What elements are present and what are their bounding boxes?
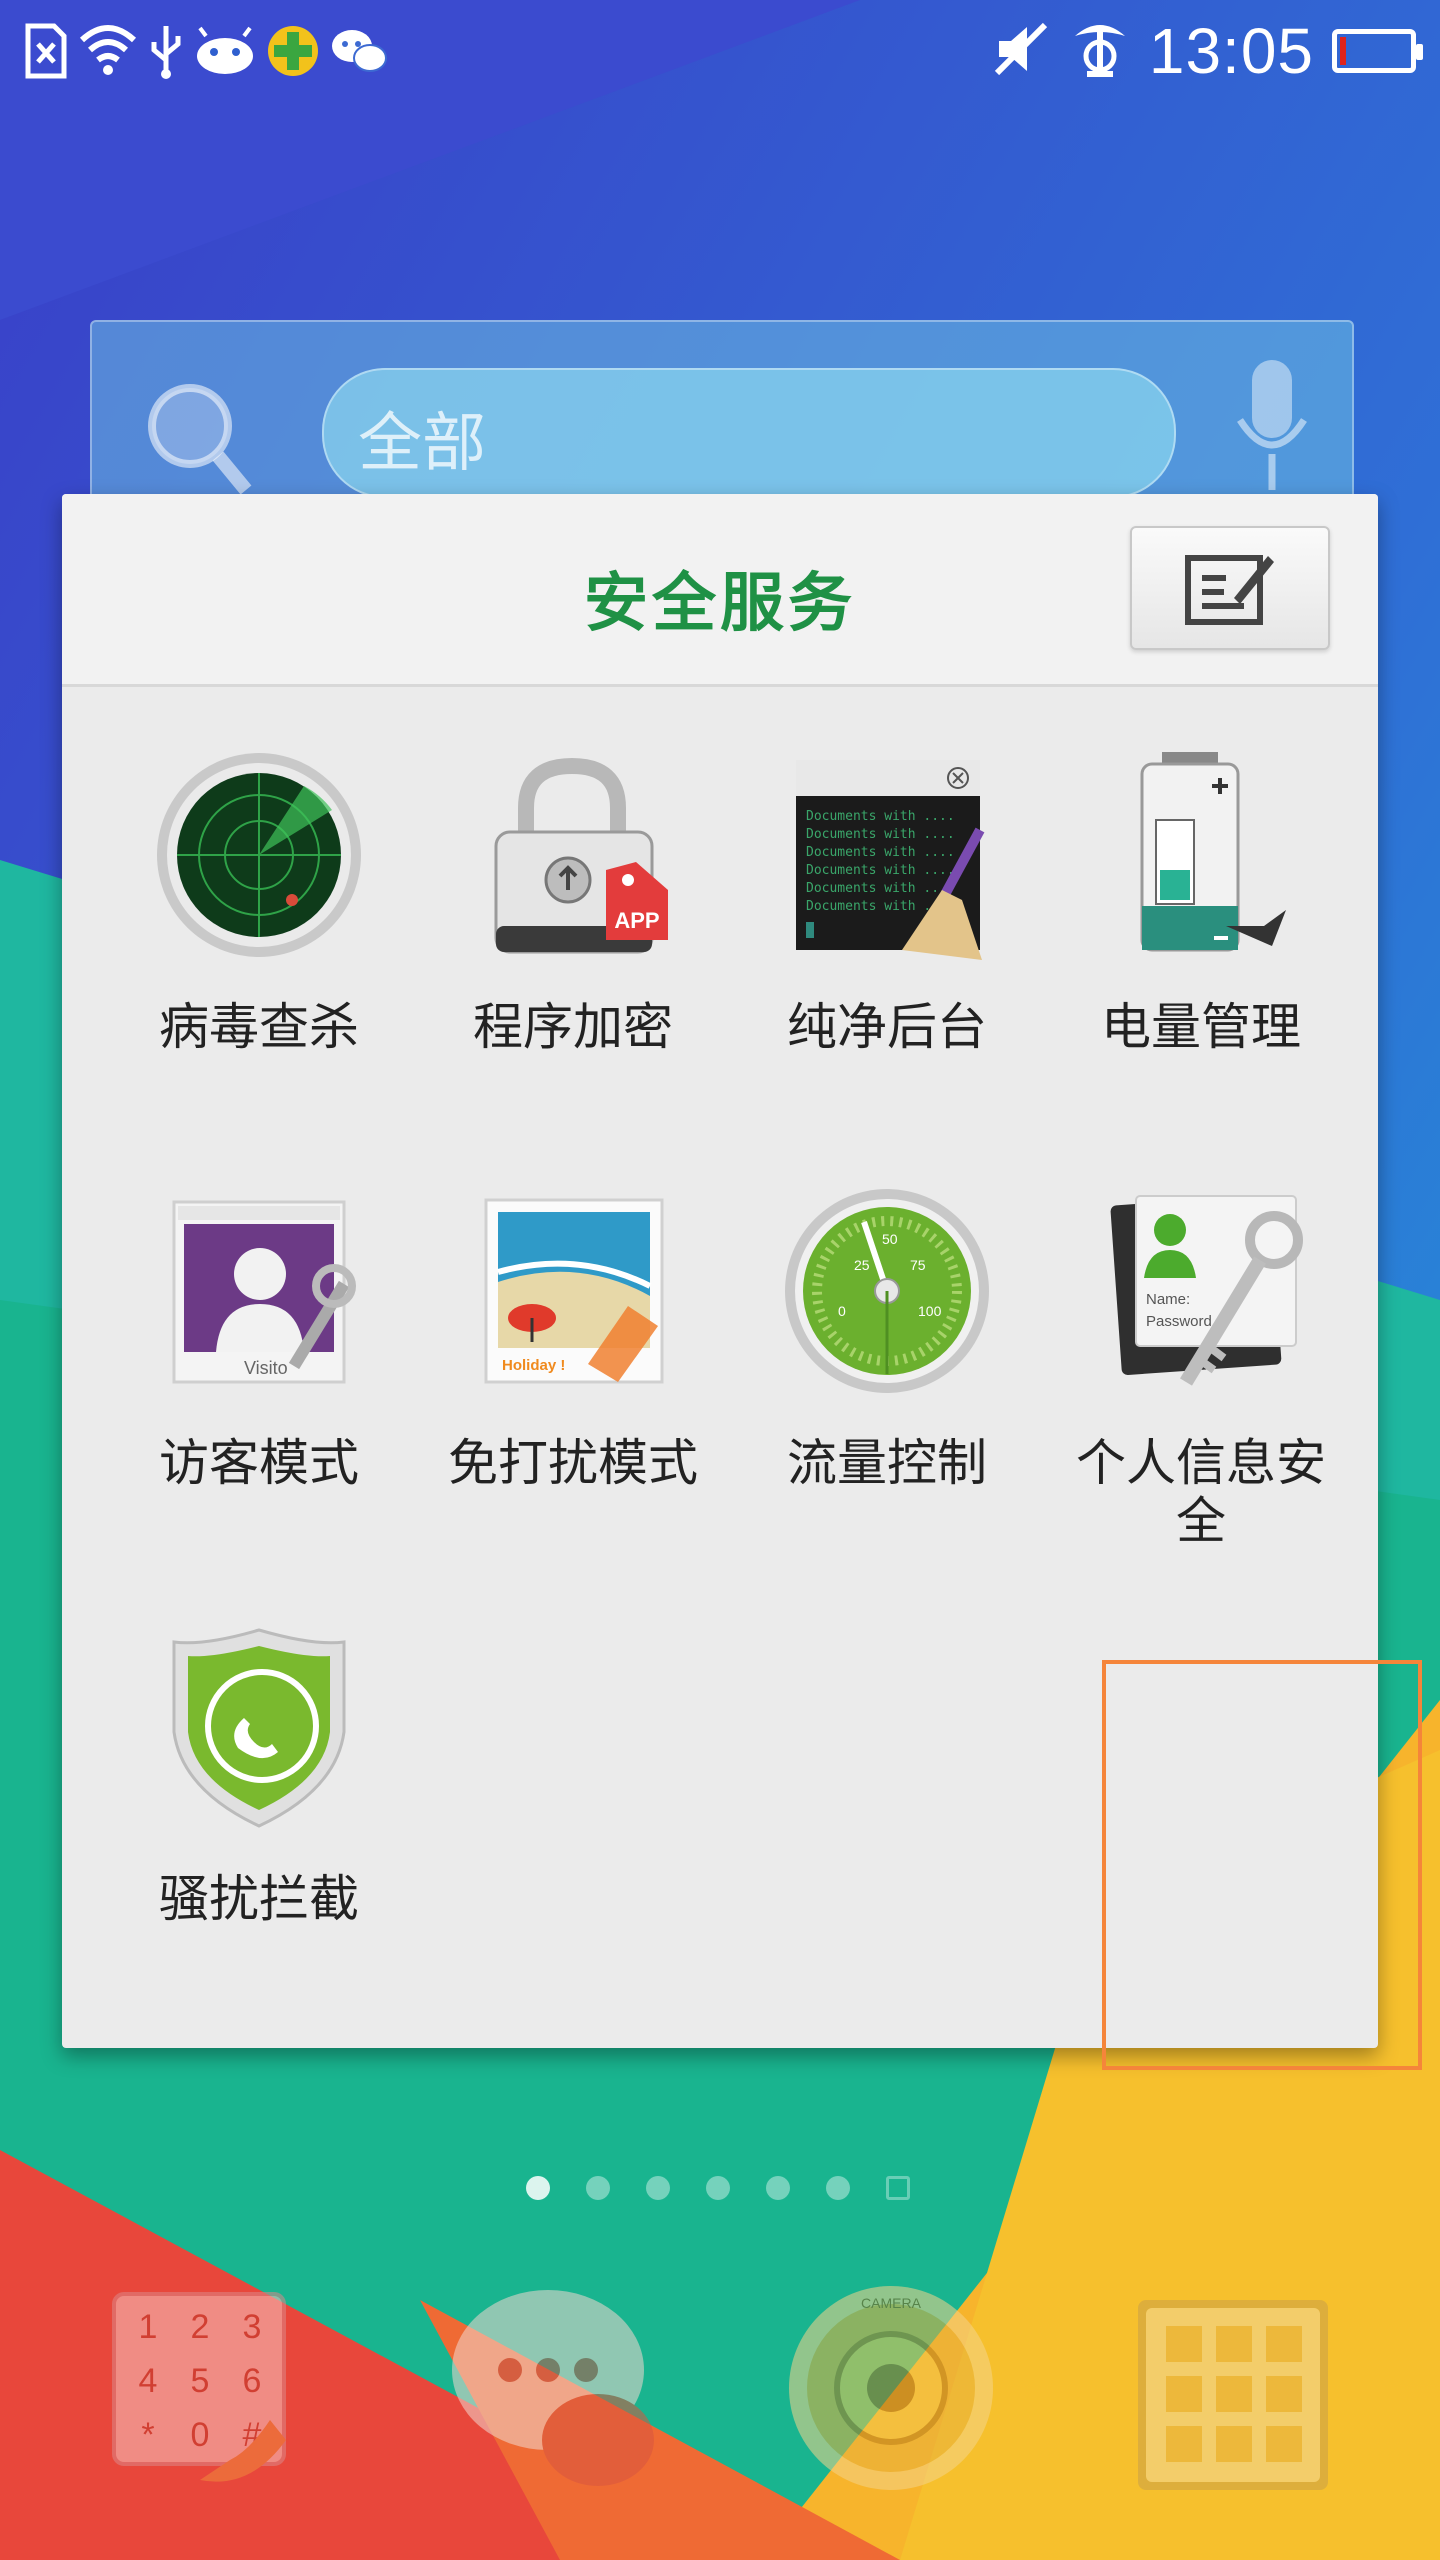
app-label: 访客模式	[159, 1434, 359, 1492]
wechat-icon	[330, 26, 388, 80]
app-do-not-disturb[interactable]: Holiday ! 免打扰模式	[418, 1186, 728, 1516]
folder-header: 安全服务	[62, 494, 1378, 687]
chat-bubbles-icon	[452, 2290, 654, 2486]
terminal-line: Documents with ....	[806, 845, 955, 860]
microphone-icon[interactable]	[1232, 360, 1312, 504]
page-dot-6[interactable]	[826, 2176, 850, 2200]
usb-icon	[148, 22, 184, 84]
app-data-usage[interactable]: 25 50 75 0 100 流量控制	[732, 1186, 1042, 1516]
dock-camera[interactable]: CAMERA	[786, 2280, 996, 2500]
dial-key: 1	[139, 2308, 158, 2346]
app-label: 个人信息安全	[1076, 1434, 1326, 1550]
app-grid-icon	[1138, 2300, 1328, 2490]
dock-messages[interactable]	[448, 2280, 658, 2500]
page-dot-3[interactable]	[646, 2176, 670, 2200]
search-input[interactable]: 全部	[322, 368, 1176, 498]
terminal-line: Documents with ....	[806, 863, 955, 878]
app-label: 电量管理	[1101, 998, 1301, 1056]
mute-icon	[991, 19, 1051, 83]
gauge-tick: 0	[838, 1303, 846, 1319]
app-power-management[interactable]: 电量管理	[1046, 750, 1356, 1080]
dial-key: *	[141, 2416, 154, 2454]
app-label: 病毒查杀	[159, 998, 359, 1056]
terminal-line: Documents with ....	[806, 827, 955, 842]
app-label: 纯净后台	[787, 998, 987, 1056]
magnifier-icon	[142, 378, 252, 502]
edit-icon	[1185, 555, 1274, 625]
contact-field: Name:	[1146, 1291, 1190, 1308]
gauge-tick: 50	[882, 1231, 898, 1247]
dialpad-icon: 1 2 3 4 5 6 * 0 #	[112, 2292, 286, 2482]
shield-phone-icon	[172, 1628, 346, 1828]
app-label: 流量控制	[787, 1434, 987, 1492]
dial-key: 0	[191, 2416, 210, 2454]
wifi-icon	[78, 22, 138, 84]
dock: 1 2 3 4 5 6 * 0 # CAMERA	[0, 2280, 1440, 2560]
gauge-tick: 100	[918, 1303, 942, 1319]
dial-key: 6	[243, 2362, 262, 2400]
page-dot-add[interactable]	[886, 2176, 910, 2200]
contact-key-icon: Name: Password	[1110, 1195, 1303, 1386]
app-label: 程序加密	[473, 998, 673, 1056]
app-badge: APP	[614, 908, 659, 933]
app-app-lock[interactable]: APP 程序加密	[418, 750, 728, 1080]
speedometer-icon: 25 50 75 0 100	[785, 1189, 989, 1393]
app-clean-background[interactable]: Documents with .... Documents with .... …	[732, 750, 1042, 1080]
sim-removed-icon	[24, 22, 68, 84]
page-dot-4[interactable]	[706, 2176, 730, 2200]
camera-ring-text: CAMERA	[861, 2295, 922, 2311]
battery-icon	[1332, 29, 1423, 73]
padlock-icon: APP	[494, 757, 668, 954]
beach-photo-icon: Holiday !	[484, 1198, 664, 1384]
page-dot-5[interactable]	[766, 2176, 790, 2200]
dock-app-drawer[interactable]	[1130, 2280, 1340, 2500]
security-folder: 安全服务 病毒查杀 APP 程序加密 Documents with .... D…	[62, 494, 1422, 2070]
android-icon	[194, 26, 256, 80]
alarm-icon	[1069, 18, 1131, 84]
contact-field: Password	[1146, 1313, 1212, 1330]
status-bar: 13:05	[0, 0, 1440, 110]
app-caption: Holiday !	[502, 1357, 565, 1374]
app-label: 免打扰模式	[448, 1434, 698, 1492]
search-placeholder: 全部	[358, 407, 486, 481]
terminal-line: Documents with ....	[806, 881, 955, 896]
app-caption: Visito	[244, 1358, 288, 1378]
search-widget[interactable]: 全部	[90, 320, 1354, 504]
dial-key: 5	[191, 2362, 210, 2400]
security-app-icon	[266, 24, 320, 82]
app-visitor-mode[interactable]: Visito 访客模式	[104, 1186, 414, 1516]
dial-key: 4	[139, 2362, 158, 2400]
dial-key: 3	[243, 2308, 262, 2346]
terminal-line: Documents with ....	[806, 809, 955, 824]
app-personal-info-security[interactable]: Name: Password 个人信息安全	[1046, 1186, 1356, 1586]
dial-key: 2	[191, 2308, 210, 2346]
page-dot-2[interactable]	[586, 2176, 610, 2200]
broom-terminal-icon: Documents with .... Documents with .... …	[796, 760, 985, 960]
app-label: 骚扰拦截	[159, 1870, 359, 1928]
page-dot-1[interactable]	[526, 2176, 550, 2200]
dock-phone[interactable]: 1 2 3 4 5 6 * 0 #	[100, 2280, 310, 2500]
gauge-tick: 75	[910, 1257, 926, 1273]
edit-folder-button[interactable]	[1130, 526, 1330, 650]
gauge-tick: 25	[854, 1257, 870, 1273]
app-virus-scan[interactable]: 病毒查杀	[104, 750, 414, 1080]
visitor-icon: Visito	[172, 1200, 356, 1384]
radar-icon	[157, 753, 361, 957]
battery-plug-icon	[1140, 752, 1286, 952]
camera-lens-icon: CAMERA	[789, 2286, 993, 2490]
page-indicator[interactable]	[526, 2176, 910, 2200]
app-harassment-block[interactable]: 骚扰拦截	[104, 1622, 414, 1952]
status-time: 13:05	[1148, 15, 1314, 87]
selection-highlight	[1102, 1660, 1422, 2070]
